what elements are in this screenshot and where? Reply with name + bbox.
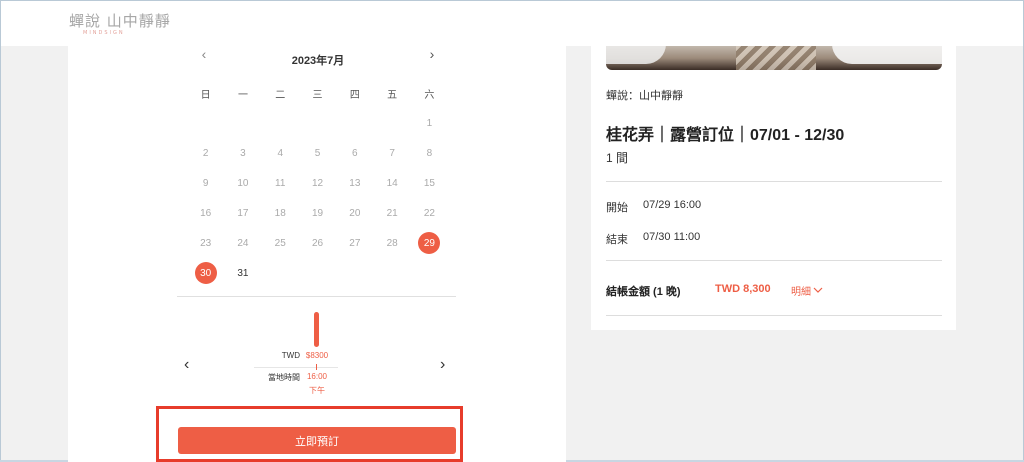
divider bbox=[606, 315, 942, 316]
calendar-grid: 日 一 二 三 四 五 六 1 2 3 4 5 6 7 8 9 10 11 12… bbox=[187, 78, 448, 288]
divider bbox=[606, 260, 942, 261]
slot-price[interactable]: $8300 bbox=[298, 351, 336, 360]
calendar-day: 23 bbox=[200, 237, 212, 249]
details-label: 明細 bbox=[791, 287, 811, 298]
calendar-empty-cell bbox=[262, 108, 299, 138]
photo-detail bbox=[736, 44, 816, 70]
start-value: 07/29 16:00 bbox=[643, 199, 702, 211]
time-slot-indicator[interactable] bbox=[314, 312, 319, 347]
slot-time[interactable]: 16:00 bbox=[298, 372, 336, 381]
checkout-day-label: 30 bbox=[194, 262, 217, 284]
time-divider bbox=[254, 367, 338, 368]
calendar-day: 16 bbox=[200, 207, 212, 219]
calendar-day: 1 bbox=[426, 117, 433, 129]
currency-label: TWD bbox=[281, 351, 300, 360]
calendar-empty-cell bbox=[299, 108, 336, 138]
calendar-day: 13 bbox=[349, 177, 361, 189]
end-label: 結束 bbox=[606, 234, 628, 246]
prev-time-button[interactable]: ‹ bbox=[184, 356, 189, 374]
next-month-button[interactable]: › bbox=[426, 46, 438, 62]
booking-panel: ‹ 2023年7月 › 日 一 二 三 四 五 六 1 2 3 4 5 6 7 … bbox=[68, 46, 566, 462]
calendar-day: 15 bbox=[423, 177, 435, 189]
calendar-day: 24 bbox=[237, 237, 249, 249]
book-now-button[interactable]: 立即預訂 bbox=[178, 427, 456, 454]
divider bbox=[606, 181, 942, 182]
slot-ampm: 下午 bbox=[309, 386, 325, 395]
chevron-down-icon bbox=[813, 285, 823, 296]
logo-text: 蟬說 山中靜靜 bbox=[69, 12, 171, 30]
calendar-day: 12 bbox=[311, 177, 324, 189]
calendar-day-checkin[interactable]: 29 bbox=[411, 228, 448, 258]
calendar-day: 22 bbox=[423, 207, 435, 219]
weekday-sun: 日 bbox=[200, 89, 211, 101]
calendar-day: 18 bbox=[274, 207, 286, 219]
weekday-sat: 六 bbox=[424, 89, 435, 101]
next-time-button[interactable]: › bbox=[440, 356, 445, 374]
calendar-day: 26 bbox=[311, 237, 324, 249]
calendar-empty-cell bbox=[224, 108, 261, 138]
month-title: 2023年7月 bbox=[291, 55, 345, 67]
calendar-day: 9 bbox=[202, 177, 209, 189]
calendar-empty-cell bbox=[373, 108, 410, 138]
calendar-day: 6 bbox=[352, 147, 358, 159]
window-border-left bbox=[0, 0, 1, 462]
site-header: 蟬說 山中靜靜 MINDSIGN bbox=[1, 1, 1023, 46]
photo-detail bbox=[832, 44, 942, 64]
local-time-label: 當地時間 bbox=[268, 373, 300, 382]
calendar-day: 28 bbox=[386, 237, 398, 249]
calendar-day: 7 bbox=[389, 147, 395, 159]
room-photo bbox=[606, 44, 942, 70]
calendar-day: 17 bbox=[237, 207, 249, 219]
start-label: 開始 bbox=[606, 202, 628, 214]
calendar-day-checkout[interactable]: 30 bbox=[187, 258, 224, 288]
calendar-day: 5 bbox=[314, 147, 321, 159]
weekday-fri: 五 bbox=[387, 89, 398, 101]
calendar-day: 14 bbox=[386, 177, 398, 189]
calendar-day: 20 bbox=[349, 207, 361, 219]
calendar-day: 4 bbox=[277, 147, 284, 159]
weekday-mon: 一 bbox=[237, 89, 248, 101]
calendar-empty-cell bbox=[336, 108, 373, 138]
calendar-day: 19 bbox=[311, 207, 324, 219]
time-tick bbox=[316, 364, 317, 370]
weekday-tue: 二 bbox=[275, 89, 286, 101]
calendar-day: 3 bbox=[240, 147, 246, 159]
weekday-thu: 四 bbox=[349, 89, 360, 101]
calendar-empty-cell bbox=[187, 108, 224, 138]
details-toggle[interactable]: 明細 bbox=[791, 283, 823, 298]
total-value: TWD 8,300 bbox=[715, 283, 771, 295]
weekday-wed: 三 bbox=[312, 89, 323, 101]
calendar-day: 21 bbox=[386, 207, 398, 219]
calendar-day: 10 bbox=[237, 177, 249, 189]
room-title: 桂花弄｜露營訂位｜07/01 - 12/30 bbox=[606, 127, 845, 144]
site-logo[interactable]: 蟬說 山中靜靜 MINDSIGN bbox=[69, 10, 171, 40]
divider bbox=[177, 296, 456, 297]
calendar-day: 25 bbox=[274, 237, 286, 249]
checkin-day-label: 29 bbox=[418, 232, 441, 254]
prev-month-button[interactable]: ‹ bbox=[198, 46, 210, 62]
logo-subtext: MINDSIGN bbox=[83, 30, 125, 36]
photo-detail bbox=[606, 44, 666, 64]
calendar-day: 2 bbox=[202, 147, 209, 159]
calendar-day: 27 bbox=[349, 237, 361, 249]
total-label: 結帳金額 (1 晚) bbox=[606, 286, 681, 298]
calendar-day[interactable]: 31 bbox=[224, 258, 261, 288]
room-count: 1 間 bbox=[606, 151, 629, 165]
calendar-day: 11 bbox=[275, 177, 286, 189]
hotel-name: 蟬說：山中靜靜 bbox=[606, 90, 683, 102]
end-value: 07/30 11:00 bbox=[643, 231, 701, 243]
calendar-day: 8 bbox=[426, 147, 433, 159]
order-summary-panel: 蟬說：山中靜靜 桂花弄｜露營訂位｜07/01 - 12/30 1 間 開始 07… bbox=[591, 44, 956, 330]
